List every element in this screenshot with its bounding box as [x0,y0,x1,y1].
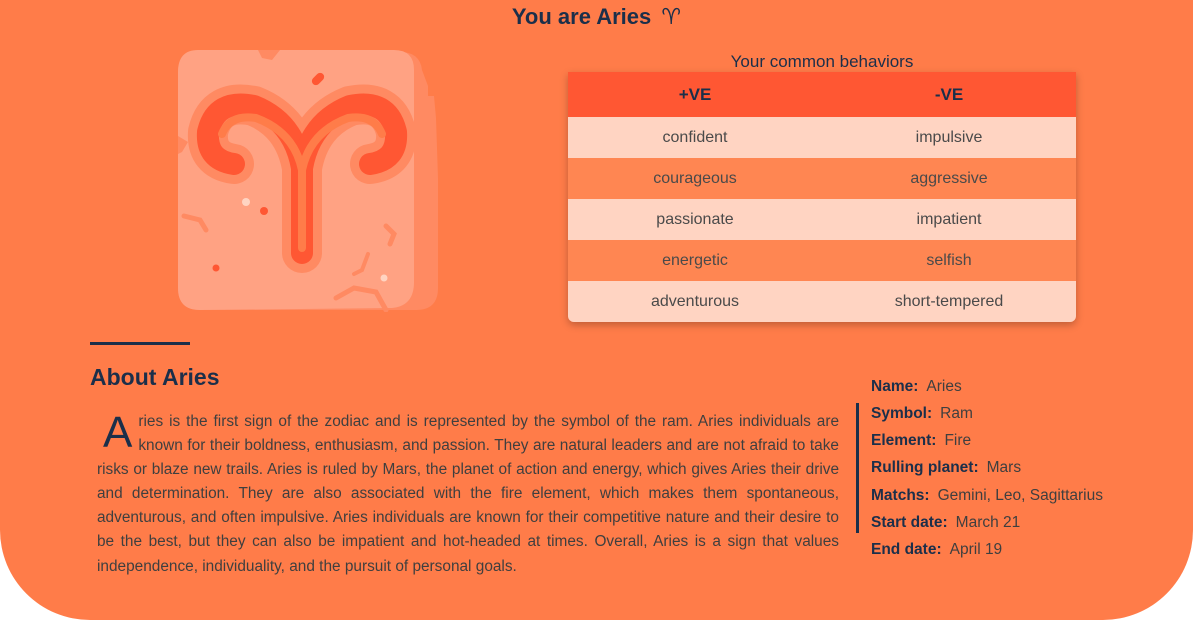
page-content: You are Aries ♈ Your common behaviors +V… [0,0,1193,596]
section-divider [90,342,190,345]
negative-trait-cell: selfish [822,240,1076,281]
about-heading: About Aries [90,364,220,390]
about-body-text: ries is the first sign of the zodiac and… [97,413,839,575]
positive-trait-cell: adventurous [568,281,822,322]
negative-trait-cell: impulsive [822,117,1076,158]
fact-value: Gemini, Leo, Sagittarius [937,487,1103,504]
fact-value: Mars [986,459,1022,476]
table-row: passionate impatient [568,199,1076,240]
fact-label: Start date: [871,514,948,531]
dropcap-letter: A [103,408,133,457]
about-paragraph: Aries is the first sign of the zodiac an… [97,410,839,579]
fact-symbol: Symbol: Ram [871,405,973,423]
fact-value: April 19 [949,541,1003,558]
fact-value: Fire [944,432,972,449]
negative-trait-cell: aggressive [822,158,1076,199]
table-row: courageous aggressive [568,158,1076,199]
fact-ruling-planet: Rulling planet: Mars [871,459,1021,477]
positive-trait-cell: energetic [568,240,822,281]
table-row: confident impulsive [568,117,1076,158]
negative-trait-cell: impatient [822,199,1076,240]
behaviors-header-row: +VE -VE [568,72,1076,117]
positive-trait-cell: passionate [568,199,822,240]
fact-label: End date: [871,541,942,558]
aries-ram-horns-icon [178,50,438,312]
behaviors-table: +VE -VE confident impulsive courageous a… [568,72,1076,322]
fact-label: Symbol: [871,405,933,422]
positive-trait-cell: courageous [568,158,822,199]
fact-value: Ram [940,405,973,422]
fact-matches: Matchs: Gemini, Leo, Sagittarius [871,487,1103,505]
table-row: adventurous short-tempered [568,281,1076,322]
behaviors-caption: Your common behaviors [730,52,914,71]
fact-label: Name: [871,378,919,395]
fact-value: March 21 [955,514,1021,531]
fact-label: Matchs: [871,487,930,504]
table-row: energetic selfish [568,240,1076,281]
negative-column-header: -VE [822,72,1076,117]
negative-trait-cell: short-tempered [822,281,1076,322]
fact-end-date: End date: April 19 [871,541,1002,559]
positive-trait-cell: confident [568,117,822,158]
fact-element: Element: Fire [871,432,971,450]
page-background: You are Aries ♈ Your common behaviors +V… [0,0,1193,620]
page-title: You are Aries ♈ [0,4,1193,30]
fact-label: Rulling planet: [871,459,979,476]
fact-label: Element: [871,432,937,449]
page-title-text: You are Aries [511,4,652,29]
fact-name: Name: Aries [871,378,962,396]
aries-symbol-icon: ♈ [661,5,682,30]
positive-column-header: +VE [568,72,822,117]
fact-start-date: Start date: March 21 [871,514,1020,532]
fact-value: Aries [926,378,962,395]
facts-border [856,403,859,533]
